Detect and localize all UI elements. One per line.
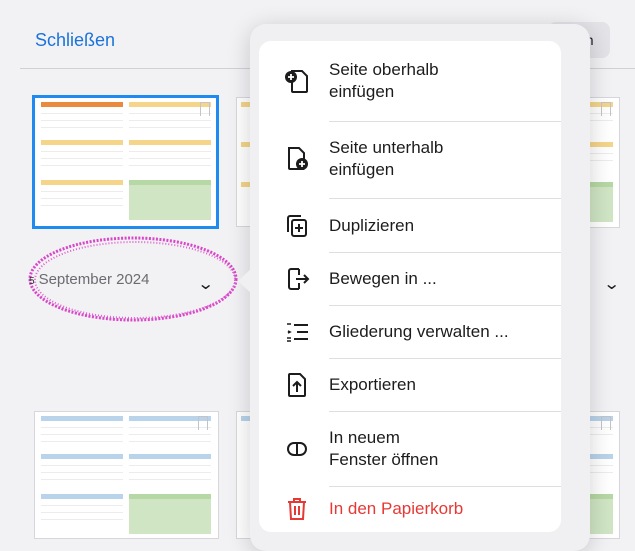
duplicate-icon xyxy=(287,215,307,237)
menu-item-insert-page-above[interactable]: Seite oberhalb einfügen xyxy=(259,51,561,111)
menu-divider xyxy=(329,486,561,487)
bookmark-icon[interactable] xyxy=(198,416,208,430)
menu-item-duplicate[interactable]: Duplizieren xyxy=(259,204,561,248)
menu-item-label: Seite oberhalb einfügen xyxy=(329,60,439,101)
outline-icon xyxy=(287,323,308,342)
page-thumbnail-selected[interactable] xyxy=(32,95,219,229)
context-menu: Seite oberhalb einfügen Seite unterhalb … xyxy=(238,24,590,551)
bookmark-icon[interactable] xyxy=(601,102,611,116)
menu-divider xyxy=(329,198,561,199)
move-to-icon xyxy=(288,268,310,290)
menu-item-label: Gliederung verwalten ... xyxy=(329,322,509,341)
menu-item-move-to-trash[interactable]: In den Papierkorb xyxy=(259,489,561,529)
menu-divider xyxy=(329,358,561,359)
menu-item-label: Duplizieren xyxy=(329,216,415,235)
trash-icon xyxy=(288,498,306,520)
bookmark-icon[interactable] xyxy=(200,102,210,116)
menu-item-label: In neuem Fenster öffnen xyxy=(329,428,439,469)
export-icon xyxy=(288,373,306,397)
section-label[interactable]: 5 September 2024 xyxy=(29,271,149,288)
chevron-down-icon[interactable]: ⌄ xyxy=(603,274,620,294)
page-add-above-icon xyxy=(285,70,308,93)
menu-divider xyxy=(329,121,561,122)
menu-item-move-to[interactable]: Bewegen in ... xyxy=(259,257,561,301)
menu-item-export[interactable]: Exportieren xyxy=(259,363,561,407)
menu-item-label: In den Papierkorb xyxy=(329,499,464,518)
menu-item-manage-outline[interactable]: Gliederung verwalten ... xyxy=(259,310,561,354)
menu-item-label: Seite unterhalb einfügen xyxy=(329,138,444,179)
menu-item-open-new-window[interactable]: In neuem Fenster öffnen xyxy=(259,417,561,481)
close-button[interactable]: Schließen xyxy=(35,30,115,51)
menu-divider xyxy=(329,411,561,412)
page-add-below-icon xyxy=(288,147,308,170)
menu-divider xyxy=(329,305,561,306)
page-thumbnail[interactable] xyxy=(34,411,219,539)
new-window-icon xyxy=(287,442,307,456)
menu-divider xyxy=(329,252,561,253)
menu-item-insert-page-below[interactable]: Seite unterhalb einfügen xyxy=(259,129,561,189)
menu-item-label: Bewegen in ... xyxy=(329,269,437,288)
menu-item-label: Exportieren xyxy=(329,375,416,394)
context-menu-card: Seite oberhalb einfügen Seite unterhalb … xyxy=(259,41,561,532)
section-page-number: 5 xyxy=(29,276,35,287)
bookmark-icon[interactable] xyxy=(601,416,611,430)
section-title: September 2024 xyxy=(38,271,150,288)
chevron-down-icon[interactable]: ⌄ xyxy=(197,274,214,294)
